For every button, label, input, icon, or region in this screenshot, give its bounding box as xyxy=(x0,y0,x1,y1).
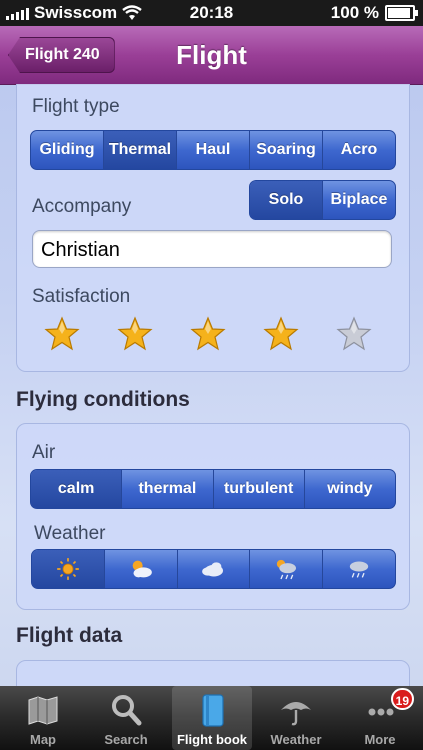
weather-label: Weather xyxy=(34,523,106,544)
satisfaction-star-3[interactable] xyxy=(190,316,226,352)
rain-icon xyxy=(349,561,369,578)
weather-option-sun-cloud[interactable] xyxy=(103,550,177,588)
satisfaction-star-5[interactable] xyxy=(336,316,372,352)
star-icon xyxy=(44,316,80,351)
tab-search[interactable]: Search xyxy=(86,686,166,750)
satisfaction-star-2[interactable] xyxy=(117,316,153,352)
tab-label: Search xyxy=(104,732,148,747)
weather-option-sun[interactable] xyxy=(32,550,104,588)
star-icon xyxy=(263,316,299,351)
tab-label: More xyxy=(364,732,396,747)
cloud-icon xyxy=(202,562,224,577)
tab-map[interactable]: Map xyxy=(3,686,83,750)
tab-weather[interactable]: Weather xyxy=(256,686,336,750)
book-icon xyxy=(202,694,224,727)
satisfaction-star-4[interactable] xyxy=(263,316,299,352)
air-option-thermal[interactable]: thermal xyxy=(121,470,212,508)
flight-data-title: Flight data xyxy=(16,624,123,647)
battery-percent: 100 % xyxy=(330,3,379,22)
flying-conditions-title: Flying conditions xyxy=(16,388,190,411)
air-option-windy[interactable]: windy xyxy=(303,470,395,508)
flight-type-option-haul[interactable]: Haul xyxy=(176,131,249,169)
weather-option-rain-sun[interactable] xyxy=(249,550,322,588)
satisfaction-star-1[interactable] xyxy=(44,316,80,352)
battery-icon xyxy=(385,5,418,21)
tab-label: Map xyxy=(30,732,56,747)
tab-bar: Map Search Flight book Weather More 19 xyxy=(0,686,423,750)
notification-badge: 19 xyxy=(390,688,414,710)
star-icon xyxy=(117,316,153,351)
tab-flight-book[interactable]: Flight book xyxy=(172,686,252,750)
flight-type-segmented-control[interactable]: Gliding Thermal Haul Soaring Acro xyxy=(30,130,396,170)
tab-more[interactable]: More 19 xyxy=(340,686,420,750)
rain-sun-icon xyxy=(277,559,297,580)
accompany-option-biplace[interactable]: Biplace xyxy=(322,181,395,219)
satisfaction-rating[interactable] xyxy=(32,316,392,356)
status-bar: Swisscom 20:18 100 % xyxy=(0,0,423,26)
weather-segmented-control[interactable] xyxy=(31,549,396,589)
air-option-calm[interactable]: calm xyxy=(31,470,122,508)
map-icon xyxy=(28,696,58,725)
air-segmented-control[interactable]: calm thermal turbulent windy xyxy=(30,469,396,509)
weather-option-cloud[interactable] xyxy=(176,550,250,588)
flight-type-option-acro[interactable]: Acro xyxy=(322,131,395,169)
tab-label: Weather xyxy=(270,732,322,747)
flight-type-option-gliding[interactable]: Gliding xyxy=(31,131,103,169)
page-title: Flight xyxy=(176,40,247,70)
star-icon xyxy=(336,316,372,351)
air-option-turbulent[interactable]: turbulent xyxy=(212,470,304,508)
sun-icon xyxy=(57,558,79,580)
star-icon xyxy=(190,316,226,351)
companion-input[interactable]: Christian xyxy=(32,230,392,268)
accompany-label: Accompany xyxy=(32,196,132,217)
flight-type-option-soaring[interactable]: Soaring xyxy=(249,131,322,169)
tab-label: Flight book xyxy=(176,732,248,747)
air-label: Air xyxy=(32,442,56,463)
accompany-segmented-control[interactable]: Solo Biplace xyxy=(249,180,396,220)
navigation-bar: Flight 240 Flight xyxy=(0,26,423,85)
satisfaction-label: Satisfaction xyxy=(32,286,131,307)
weather-option-rain[interactable] xyxy=(322,550,395,588)
umbrella-icon xyxy=(281,702,311,726)
accompany-option-solo[interactable]: Solo xyxy=(250,181,322,219)
sun-cloud-icon xyxy=(132,560,152,578)
search-icon xyxy=(112,695,142,726)
flight-type-label: Flight type xyxy=(32,96,120,117)
flight-type-option-thermal[interactable]: Thermal xyxy=(103,131,176,169)
